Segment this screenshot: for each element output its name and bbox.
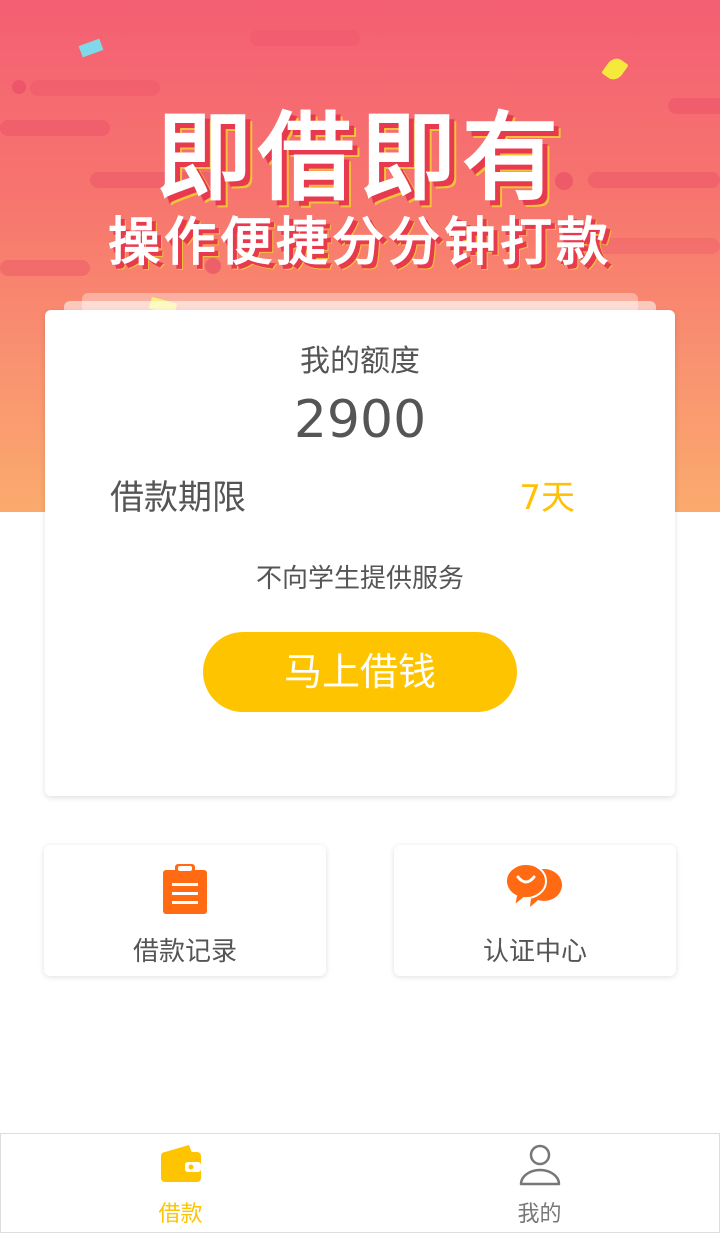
loan-term-value: 7天 (519, 478, 575, 518)
wallet-icon (161, 1145, 201, 1182)
tab-mine-label: 我的 (517, 1202, 562, 1227)
tab-borrow[interactable]: 借款 (1, 1134, 360, 1232)
loan-records-label: 借款记录 (132, 937, 237, 967)
verification-center-button[interactable]: 认证中心 (394, 845, 676, 976)
confetti-piece (78, 38, 104, 58)
verification-center-label: 认证中心 (482, 937, 587, 967)
confetti-piece (601, 54, 629, 84)
quota-card: 我的额度 2900 借款期限 7天 不向学生提供服务 马上借钱 (45, 310, 675, 796)
banner-subline: 操作便捷分分钟打款 (107, 213, 612, 273)
user-icon (519, 1144, 561, 1186)
loan-records-button[interactable]: 借款记录 (44, 845, 326, 976)
loan-term-label: 借款期限 (110, 478, 246, 518)
bottom-tab-bar: 借款 我的 (0, 1133, 720, 1233)
banner-headline: 即借即有 (156, 102, 564, 214)
chat-bubbles-icon (504, 863, 562, 909)
tab-borrow-label: 借款 (158, 1202, 203, 1227)
student-notice: 不向学生提供服务 (255, 564, 464, 594)
quota-title: 我的额度 (300, 344, 420, 379)
tab-mine[interactable]: 我的 (360, 1134, 719, 1232)
quota-amount: 2900 (293, 390, 427, 450)
borrow-now-button[interactable]: 马上借钱 (203, 632, 517, 712)
clipboard-icon (163, 864, 207, 914)
